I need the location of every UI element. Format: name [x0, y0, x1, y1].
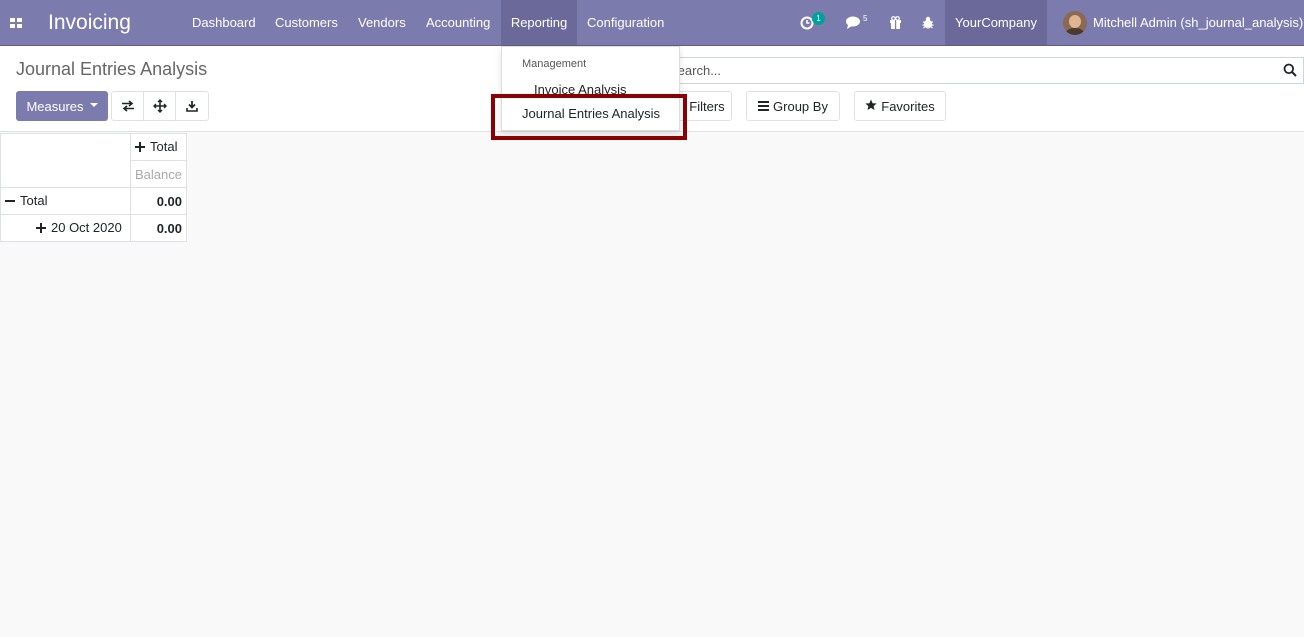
row-header-label: 20 Oct 2020: [51, 219, 122, 235]
caret-down-icon: [89, 103, 98, 107]
list-icon: [758, 99, 770, 114]
minus-icon: [5, 194, 15, 209]
pivot-cell-value[interactable]: 0.00: [130, 214, 187, 242]
plus-icon: [135, 140, 145, 155]
menu-configuration[interactable]: Configuration: [577, 0, 674, 45]
menu-customers[interactable]: Customers: [265, 0, 348, 45]
table-row: 20 Oct 2020 0.00: [0, 214, 187, 242]
search-input[interactable]: [661, 58, 1261, 83]
menu-reporting[interactable]: Reporting: [501, 0, 577, 45]
pivot-table: Total Balance Total 0.00 20 Oct 2020 0.0…: [0, 133, 187, 242]
pivot-row-header-date[interactable]: 20 Oct 2020: [0, 214, 131, 242]
flip-axis-icon[interactable]: [112, 92, 144, 120]
activity-count-badge: 1: [812, 12, 825, 25]
pivot-measure-header: Balance: [130, 160, 187, 188]
search-icon[interactable]: [1283, 63, 1297, 80]
download-icon[interactable]: [176, 92, 208, 120]
favorites-label: Favorites: [881, 98, 935, 114]
dropdown-section-header: Management: [522, 58, 587, 70]
gift-icon[interactable]: [889, 0, 905, 45]
messages-icon[interactable]: 5: [846, 0, 872, 45]
debug-bug-icon[interactable]: [922, 0, 938, 45]
menu-dashboard[interactable]: Dashboard: [182, 0, 266, 45]
menu-accounting[interactable]: Accounting: [416, 0, 500, 45]
expand-all-icon[interactable]: [144, 92, 176, 120]
pivot-row-header-total[interactable]: Total: [0, 187, 131, 215]
favorites-button[interactable]: Favorites: [854, 91, 946, 121]
group-by-label: Group By: [773, 98, 828, 114]
measures-button[interactable]: Measures: [16, 91, 108, 121]
apps-menu-icon[interactable]: [0, 0, 32, 45]
company-switcher[interactable]: YourCompany: [945, 0, 1047, 45]
measures-label: Measures: [26, 98, 84, 114]
menu-vendors[interactable]: Vendors: [348, 0, 416, 45]
group-by-button[interactable]: Group By: [746, 91, 840, 121]
activity-icon[interactable]: 1: [800, 0, 828, 45]
highlight-annotation-box: [491, 94, 687, 140]
row-header-label: Total: [20, 192, 48, 208]
plus-icon: [36, 221, 46, 236]
filters-label: Filters: [689, 98, 725, 114]
search-bar: [660, 57, 1304, 84]
pivot-corner-lower: [0, 160, 131, 188]
top-navbar: Invoicing Dashboard Customers Vendors Ac…: [0, 0, 1304, 46]
messages-count: 5: [863, 14, 868, 23]
user-menu[interactable]: Mitchell Admin (sh_journal_analysis): [1063, 0, 1303, 45]
pivot-cell-value[interactable]: 0.00: [130, 187, 187, 215]
star-icon: [865, 99, 877, 114]
pivot-corner: [0, 133, 131, 161]
app-brand[interactable]: Invoicing: [48, 0, 131, 45]
page-title: Journal Entries Analysis: [16, 59, 208, 79]
col-header-label: Total: [150, 138, 178, 154]
table-row: Total 0.00: [0, 187, 187, 215]
pivot-col-header-total[interactable]: Total: [130, 133, 187, 161]
avatar: [1063, 10, 1087, 35]
user-name: Mitchell Admin (sh_journal_analysis): [1093, 15, 1304, 30]
pivot-actions: [111, 91, 209, 121]
